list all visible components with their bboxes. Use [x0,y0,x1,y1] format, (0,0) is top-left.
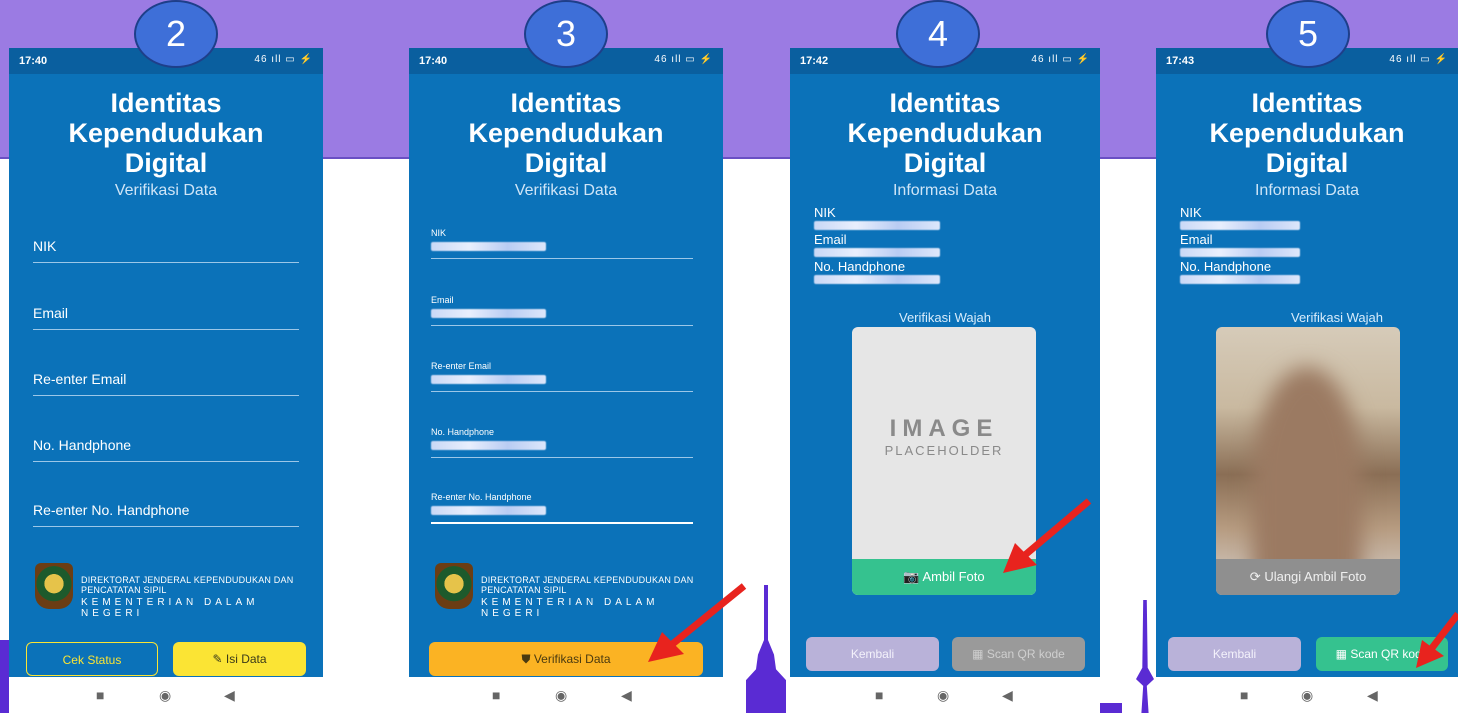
page-subtitle: Informasi Data [892,182,998,199]
kembali-button[interactable]: Kembali [1168,637,1301,671]
android-nav-bar: ■ ◉ ◀ [9,677,323,713]
step-badge: 2 [134,0,218,68]
home-icon[interactable]: ◉ [159,687,171,704]
image-placeholder: IMAGE PLACEHOLDER 📷 Ambil Foto [852,327,1036,595]
redacted-value [814,248,940,257]
reenter-phone-field[interactable]: Re-enter No. Handphone [431,492,693,524]
status-time: 17:42 [800,55,829,67]
step-badge: 4 [896,0,980,68]
scan-qr-button[interactable]: ▦ Scan QR kode [952,637,1085,671]
pencil-icon: ✎ [212,652,223,666]
reenter-email-field[interactable]: Re-enter Email [33,365,299,396]
step-badge: 3 [524,0,608,68]
phone-screen-step-4: 17:42 46 ıll ▭ ⚡ Identitas Kependudukan … [790,48,1100,713]
home-icon[interactable]: ◉ [937,687,949,704]
app-title: Identitas Kependudukan Digital [1209,88,1405,178]
recents-icon[interactable]: ■ [96,687,104,703]
verifikasi-data-button[interactable]: ⛊ Verifikasi Data [429,642,703,676]
placeholder-text: IMAGE PLACEHOLDER [884,415,1004,458]
qr-icon: ▦ [972,647,984,661]
status-time: 17:40 [419,55,448,67]
recents-icon[interactable]: ■ [492,687,500,703]
recents-icon[interactable]: ■ [875,687,883,703]
phone-screen-step-2: 17:40 46 ıll ▭ ⚡ Identitas Kependudukan … [9,48,323,713]
phone-screen-step-5: 17:43 46 ıll ▭ ⚡ Identitas Kependudukan … [1156,48,1458,713]
nik-field[interactable]: NIK [431,228,693,259]
reenter-email-field[interactable]: Re-enter Email [431,361,693,392]
page-subtitle: Informasi Data [1254,182,1360,199]
redacted-value [1180,275,1300,284]
redacted-value [1180,248,1300,257]
recents-icon[interactable]: ■ [1240,687,1248,703]
tower-decoration [1136,600,1154,713]
redacted-value [431,506,546,515]
phone-screen-step-3: 17:40 46 ıll ▭ ⚡ Identitas Kependudukan … [409,48,723,713]
ministry-logo [435,563,473,609]
redacted-value [1180,221,1300,230]
android-nav-bar: ■ ◉ ◀ [790,677,1100,713]
camera-icon: 📷 [903,569,920,584]
ministry-text: DIREKTORAT JENDERAL KEPENDUDUKAN DAN PEN… [481,575,694,619]
phone-field[interactable]: No. Handphone [33,431,299,462]
status-icons: 46 ıll ▭ ⚡ [1389,54,1448,65]
app-title: Identitas Kependudukan Digital [847,88,1043,178]
email-field[interactable]: Email [33,299,299,330]
ambil-foto-button[interactable]: 📷 Ambil Foto [852,559,1036,595]
home-icon[interactable]: ◉ [1301,687,1313,704]
home-icon[interactable]: ◉ [555,687,567,704]
nik-field[interactable]: NIK [33,232,299,263]
ulangi-foto-button[interactable]: ⟳ Ulangi Ambil Foto [1216,559,1400,595]
ministry-text: DIREKTORAT JENDERAL KEPENDUDUKAN DAN PEN… [81,575,294,619]
face-verification-title: Verifikasi Wajah [1291,310,1383,325]
redacted-value [431,441,546,450]
status-time: 17:40 [19,55,48,67]
page-subtitle: Verifikasi Data [114,182,218,199]
status-time: 17:43 [1166,55,1195,67]
app-title: Identitas Kependudukan Digital [468,88,664,178]
redacted-value [431,242,546,251]
status-icons: 46 ıll ▭ ⚡ [254,54,313,65]
phone-field[interactable]: No. Handphone [431,427,693,458]
scan-qr-button[interactable]: ▦ Scan QR kode [1316,637,1448,671]
ministry-logo [35,563,73,609]
redacted-value [814,275,940,284]
redacted-value [431,375,546,384]
back-icon[interactable]: ◀ [1002,687,1013,704]
back-icon[interactable]: ◀ [224,687,235,704]
status-icons: 46 ıll ▭ ⚡ [1031,54,1090,65]
user-info: NIK Email No. Handphone [814,206,940,287]
status-icons: 46 ıll ▭ ⚡ [654,54,713,65]
page-subtitle: Verifikasi Data [514,182,618,199]
reenter-phone-field[interactable]: Re-enter No. Handphone [33,496,299,527]
back-icon[interactable]: ◀ [1367,687,1378,704]
email-field[interactable]: Email [431,295,693,326]
tower-decoration [746,640,786,713]
redacted-value [431,309,546,318]
user-info: NIK Email No. Handphone [1180,206,1300,287]
app-title: Identitas Kependudukan Digital [68,88,264,178]
face-verification-title: Verifikasi Wajah [899,310,991,325]
isi-data-button[interactable]: ✎ Isi Data [173,642,306,676]
cek-status-button[interactable]: Cek Status [26,642,158,676]
captured-face-photo: ⟳ Ulangi Ambil Foto [1216,327,1400,595]
shield-check-icon: ⛊ [521,652,531,666]
kembali-button[interactable]: Kembali [806,637,939,671]
redacted-value [814,221,940,230]
qr-icon: ▦ [1335,647,1347,661]
android-nav-bar: ■ ◉ ◀ [409,677,723,713]
camera-rotate-icon: ⟳ [1249,569,1261,584]
android-nav-bar: ■ ◉ ◀ [1156,677,1458,713]
back-icon[interactable]: ◀ [621,687,632,704]
tower-decoration [764,585,768,645]
step-badge: 5 [1266,0,1350,68]
tower-decoration [1100,703,1122,713]
